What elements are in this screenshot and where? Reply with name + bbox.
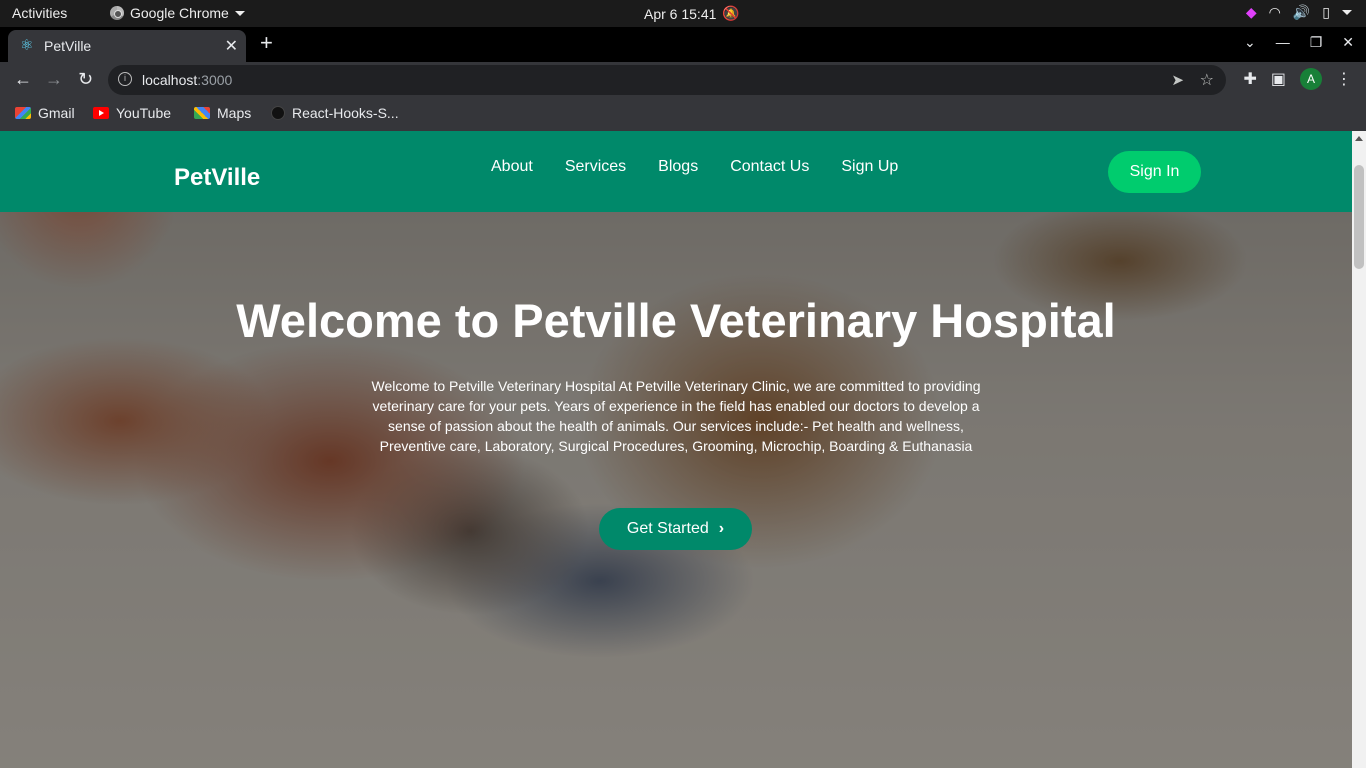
bookmark-label: Gmail <box>38 105 75 121</box>
close-tab-icon[interactable]: ✕ <box>225 36 238 56</box>
bookmark-label: YouTube <box>116 105 172 121</box>
nav-sign-up[interactable]: Sign Up <box>841 158 898 176</box>
caret-down-icon <box>1342 10 1352 15</box>
nav-links: About Services Blogs Contact Us Sign Up <box>491 158 898 176</box>
site-brand[interactable]: PetVille <box>174 164 260 192</box>
bookmarks-bar: Gmail YouTube Maps React-Hooks-S... <box>0 98 1366 131</box>
sign-in-button[interactable]: Sign In <box>1108 151 1201 193</box>
caret-down-icon <box>234 10 245 16</box>
page-viewport: PetVille About Services Blogs Contact Us… <box>0 131 1352 768</box>
volume-icon: 🔊 <box>1292 4 1311 20</box>
back-icon[interactable]: ← <box>14 70 32 88</box>
tab-petville[interactable]: ⚛ PetVille ✕ <box>8 30 246 62</box>
wifi-icon: ◠ <box>1268 4 1281 20</box>
window-controls: ⌄ — ❐ ✕ <box>1244 34 1354 51</box>
system-tray[interactable]: ◆ ◠ 🔊 ▯ <box>1246 4 1352 21</box>
tab-search-icon[interactable]: ⌄ <box>1244 34 1256 51</box>
site-info-icon[interactable]: i <box>118 72 132 86</box>
bookmark-react-hooks[interactable]: React-Hooks-S... <box>271 105 399 121</box>
maps-icon <box>194 107 210 119</box>
bookmark-gmail[interactable]: Gmail <box>15 105 75 121</box>
chevron-right-icon: › <box>718 520 725 537</box>
scrollbar-thumb[interactable] <box>1354 165 1364 269</box>
tab-strip: ⚛ PetVille ✕ + ⌄ — ❐ ✕ <box>0 27 1366 62</box>
nav-services[interactable]: Services <box>565 158 626 176</box>
bookmark-label: React-Hooks-S... <box>292 105 399 121</box>
clock[interactable]: Apr 6 15:41 🔕 <box>644 5 740 22</box>
address-bar[interactable]: i localhost:3000 ➤ ☆ <box>108 65 1226 95</box>
app-indicator-icon: ◆ <box>1245 4 1257 20</box>
activities-button[interactable]: Activities <box>12 5 67 21</box>
bookmark-youtube[interactable]: YouTube <box>93 105 171 121</box>
battery-icon: ▯ <box>1322 4 1330 20</box>
maximize-icon[interactable]: ❐ <box>1310 34 1323 51</box>
clock-label: Apr 6 15:41 <box>644 5 717 22</box>
site-navbar: PetVille About Services Blogs Contact Us… <box>0 131 1352 212</box>
nav-contact-us[interactable]: Contact Us <box>730 158 809 176</box>
app-menu[interactable]: Google Chrome <box>110 5 245 21</box>
send-tab-icon[interactable]: ➤ <box>1171 71 1184 89</box>
github-icon <box>271 106 285 120</box>
url-text: localhost:3000 <box>142 72 233 88</box>
nav-blogs[interactable]: Blogs <box>658 158 698 176</box>
gmail-icon <box>15 107 31 119</box>
get-started-label: Get Started <box>626 520 709 537</box>
reload-icon[interactable]: ↻ <box>78 70 93 88</box>
get-started-button[interactable]: Get Started › <box>599 508 752 550</box>
toolbar-right: ✚ ▣ A ⋮ <box>1243 68 1352 90</box>
notifications-off-icon: 🔕 <box>722 5 740 21</box>
hero-description: Welcome to Petville Veterinary Hospital … <box>371 378 981 454</box>
bookmark-star-icon[interactable]: ☆ <box>1200 70 1214 90</box>
close-window-icon[interactable]: ✕ <box>1342 34 1354 51</box>
forward-icon[interactable]: → <box>45 70 63 88</box>
scroll-up-icon[interactable] <box>1355 136 1363 141</box>
app-menu-label: Google Chrome <box>130 5 229 21</box>
bookmark-label: Maps <box>217 105 252 121</box>
chrome-icon <box>110 6 124 20</box>
minimize-icon[interactable]: — <box>1276 34 1290 51</box>
new-tab-button[interactable]: + <box>260 32 273 54</box>
menu-icon[interactable]: ⋮ <box>1336 69 1352 89</box>
tab-title: PetVille <box>44 38 92 54</box>
youtube-icon <box>93 107 109 119</box>
system-top-bar: Activities Google Chrome Apr 6 15:41 🔕 ◆… <box>0 0 1366 27</box>
side-panel-icon[interactable]: ▣ <box>1271 69 1286 89</box>
profile-avatar[interactable]: A <box>1300 68 1322 90</box>
hero-title: Welcome to Petville Veterinary Hospital <box>236 294 1116 347</box>
bookmark-maps[interactable]: Maps <box>194 105 251 121</box>
browser-toolbar: ← → ↻ i localhost:3000 ➤ ☆ ✚ ▣ A ⋮ <box>0 62 1366 98</box>
nav-about[interactable]: About <box>491 158 533 176</box>
react-icon: ⚛ <box>20 37 34 54</box>
extensions-icon[interactable]: ✚ <box>1243 69 1256 89</box>
page-scrollbar[interactable] <box>1352 131 1366 768</box>
